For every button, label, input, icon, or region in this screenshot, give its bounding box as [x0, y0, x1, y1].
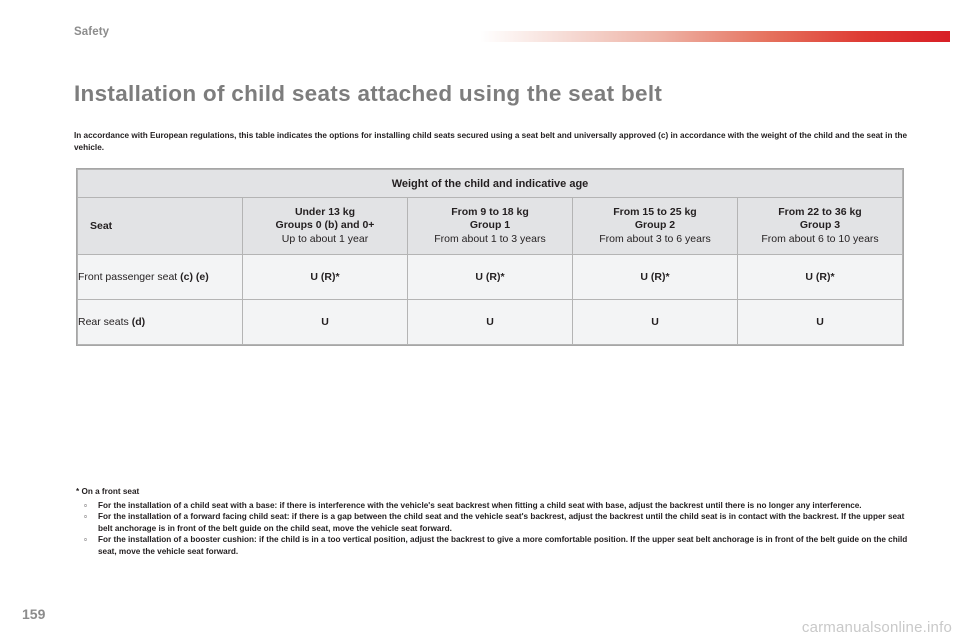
cell-value-1-0: U — [242, 299, 408, 345]
child-seat-installation-table: Weight of the child and indicative age S… — [77, 169, 903, 345]
table-row: Rear seats (d) U U U U — [77, 299, 903, 345]
page-header-bar: Safety — [0, 0, 960, 50]
row-label-notes-0: (c) (e) — [180, 271, 209, 283]
footnote-text-0: For the installation of a child seat wit… — [98, 500, 862, 510]
cell-value-1-1: U — [407, 299, 573, 345]
watermark: carmanualsonline.info — [801, 619, 952, 636]
list-item: ▫ For the installation of a forward faci… — [76, 511, 914, 534]
footnotes-block: * On a front seat ▫ For the installation… — [76, 486, 914, 558]
header-gradient-bar — [480, 31, 950, 42]
footnote-text-1: For the installation of a forward facing… — [98, 512, 905, 533]
list-item: ▫ For the installation of a child seat w… — [76, 500, 914, 512]
seat-column-header: Seat — [77, 197, 243, 255]
age-label-1: From about 1 to 3 years — [434, 232, 546, 245]
bullet-square-icon: ▫ — [84, 535, 87, 545]
row-label-1: Rear seats (d) — [77, 299, 243, 345]
weight-group-header-3: From 22 to 36 kg Group 3 From about 6 to… — [737, 197, 903, 255]
footnote-title: * On a front seat — [76, 487, 140, 496]
age-label-2: From about 3 to 6 years — [599, 232, 711, 245]
page-number: 159 — [22, 606, 46, 622]
group-label-3: Group 3 — [799, 219, 841, 232]
weight-group-header-0: Under 13 kg Groups 0 (b) and 0+ Up to ab… — [242, 197, 408, 255]
group-label-1: Group 1 — [469, 219, 511, 232]
weight-label-3: From 22 to 36 kg — [778, 205, 862, 218]
intro-paragraph: In accordance with European regulations,… — [74, 131, 908, 152]
cell-value-0-1: U (R)* — [407, 254, 573, 300]
bullet-square-icon: ▫ — [84, 500, 87, 510]
row-label-text-0: Front passenger seat — [78, 271, 181, 283]
cell-value-0-3: U (R)* — [737, 254, 903, 300]
table-top-header-cell: Weight of the child and indicative age — [77, 169, 903, 198]
row-label-notes-1: (d) — [131, 316, 146, 328]
table-column-header-row: Seat Under 13 kg Groups 0 (b) and 0+ Up … — [77, 197, 903, 255]
group-label-2: Group 2 — [634, 219, 676, 232]
age-label-3: From about 6 to 10 years — [761, 232, 879, 245]
weight-label-1: From 9 to 18 kg — [451, 205, 529, 218]
weight-label-2: From 15 to 25 kg — [613, 205, 697, 218]
group-label-0: Groups 0 (b) and 0+ — [275, 219, 375, 232]
section-label: Safety — [74, 26, 110, 38]
bullet-square-icon: ▫ — [84, 512, 87, 522]
cell-value-1-2: U — [572, 299, 738, 345]
cell-value-0-0: U (R)* — [242, 254, 408, 300]
page-title: Installation of child seats attached usi… — [74, 81, 663, 107]
age-label-0: Up to about 1 year — [281, 232, 369, 245]
table-top-header-row: Weight of the child and indicative age — [77, 169, 903, 198]
list-item: ▫ For the installation of a booster cush… — [76, 534, 914, 557]
weight-group-header-2: From 15 to 25 kg Group 2 From about 3 to… — [572, 197, 738, 255]
footnote-list: ▫ For the installation of a child seat w… — [76, 500, 914, 558]
cell-value-0-2: U (R)* — [572, 254, 738, 300]
weight-group-header-1: From 9 to 18 kg Group 1 From about 1 to … — [407, 197, 573, 255]
weight-label-0: Under 13 kg — [294, 205, 356, 218]
row-label-0: Front passenger seat (c) (e) — [77, 254, 243, 300]
cell-value-1-3: U — [737, 299, 903, 345]
row-label-text-1: Rear seats — [78, 316, 132, 328]
table-row: Front passenger seat (c) (e) U (R)* U (R… — [77, 254, 903, 300]
footnote-text-2: For the installation of a booster cushio… — [98, 535, 908, 556]
child-seat-table-wrapper: Weight of the child and indicative age S… — [76, 168, 904, 346]
